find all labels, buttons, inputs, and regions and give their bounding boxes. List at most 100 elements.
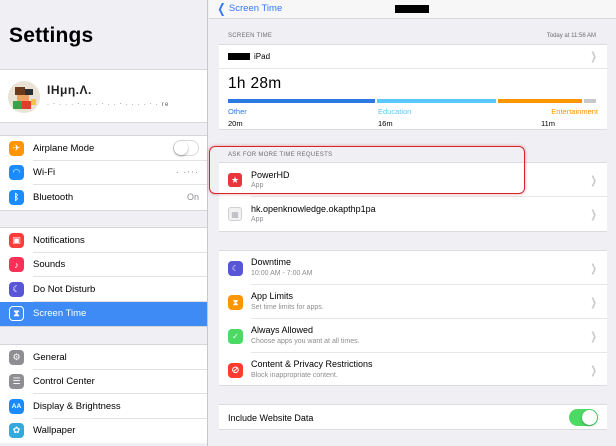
device-row[interactable]: iPad ❯	[219, 45, 607, 69]
category-entertainment-label: Entertainment	[551, 107, 598, 116]
navigation-bar: ❮ Screen Time	[209, 0, 616, 19]
placeholder-app-icon: ▦	[228, 207, 242, 221]
sidebar-item-label: Notifications	[33, 234, 85, 246]
sidebar-item-label: Airplane Mode	[33, 142, 95, 154]
chevron-left-icon: ❮	[217, 0, 226, 16]
sidebar-item-sounds[interactable]: ♪ Sounds	[0, 253, 207, 277]
usage-bar	[228, 99, 596, 103]
option-subtitle: Block inappropriate content.	[251, 372, 338, 379]
chevron-right-icon: ❯	[590, 209, 597, 221]
sidebar-item-label: Control Center	[33, 376, 95, 388]
wallpaper-icon: ✿	[9, 423, 24, 439]
airplane-mode-toggle[interactable]	[173, 140, 199, 157]
category-education-value: 16m	[378, 119, 393, 128]
option-downtime[interactable]: ☾ Downtime 10:00 AM - 7:00 AM ❯	[219, 251, 607, 285]
sidebar-item-label: Wallpaper	[33, 425, 76, 437]
sidebar-item-wifi[interactable]: ◠ Wi-Fi · ·‧‧·	[0, 161, 207, 185]
request-app-name: hk.openknowledge.okapthp1pa	[251, 204, 376, 214]
app-limits-icon: ⧗	[228, 295, 243, 310]
usage-card[interactable]: iPad ❯ 1h 28m Other 20m Education 16m En…	[219, 44, 607, 130]
include-website-data-label: Include Website Data	[228, 412, 314, 423]
gear-icon: ⚙	[9, 349, 24, 365]
options-card: ☾ Downtime 10:00 AM - 7:00 AM ❯ ⧗ App Li…	[219, 250, 607, 386]
hourglass-icon: ⧗	[9, 306, 24, 322]
general-group: ⚙ General ☰ Control Center AA Display & …	[0, 344, 207, 444]
request-app-type: App	[251, 216, 264, 223]
sidebar-item-airplane-mode[interactable]: ✈ Airplane Mode	[0, 136, 207, 161]
redacted-title	[395, 5, 429, 13]
sidebar-item-wallpaper[interactable]: ✿ Wallpaper	[0, 419, 207, 444]
usage-bar-education	[377, 99, 496, 103]
include-website-data-toggle[interactable]	[569, 409, 598, 426]
option-subtitle: Set time limits for apps.	[251, 304, 324, 311]
sidebar-item-bluetooth[interactable]: ᛒ Bluetooth On	[0, 185, 207, 210]
category-other-value: 20m	[228, 119, 243, 128]
chevron-right-icon: ❯	[590, 297, 597, 309]
back-label: Screen Time	[228, 3, 283, 14]
display-icon: AA	[9, 398, 24, 414]
sidebar-item-label: General	[33, 351, 67, 363]
sidebar-item-label: Wi-Fi	[33, 167, 56, 179]
chevron-right-icon: ❯	[590, 51, 597, 63]
screen-time-header: SCREEN TIME	[228, 33, 273, 39]
option-subtitle: 10:00 AM - 7:00 AM	[251, 270, 313, 277]
bluetooth-status: On	[186, 192, 199, 203]
option-subtitle: Choose apps you want at all times.	[251, 338, 360, 345]
wifi-icon: ◠	[9, 165, 24, 181]
request-item-okapthp1pa[interactable]: ▦ hk.openknowledge.okapthp1pa App ❯	[219, 197, 607, 231]
option-title: Content & Privacy Restrictions	[251, 359, 373, 369]
category-education-label: Education	[378, 107, 412, 116]
sidebar-item-do-not-disturb[interactable]: ☾ Do Not Disturb	[0, 277, 207, 302]
device-name: iPad	[254, 52, 271, 61]
connectivity-group: ✈ Airplane Mode ◠ Wi-Fi · ·‧‧· ᛒ Bluetoo…	[0, 135, 207, 211]
airplane-icon: ✈	[9, 140, 24, 156]
usage-bar-other	[228, 99, 376, 103]
screen-time-timestamp: Today at 11:56 AM	[546, 33, 596, 39]
restrictions-icon: ⊘	[228, 363, 243, 378]
downtime-icon: ☾	[228, 261, 243, 276]
option-title: Always Allowed	[251, 325, 314, 335]
option-always-allowed[interactable]: ✓ Always Allowed Choose apps you want at…	[219, 319, 607, 353]
sidebar-item-label: Screen Time	[33, 308, 87, 320]
screen-time-detail: ❮ Screen Time SCREEN TIME Today at 11:56…	[209, 0, 616, 446]
profile-subtitle: · ‧ · · · ‧ · · · ‧ · · ‧ · · · · ‧ · re	[47, 102, 170, 108]
sidebar-item-screen-time[interactable]: ⧗ Screen Time	[0, 301, 207, 326]
back-button[interactable]: ❮ Screen Time	[216, 0, 283, 16]
highlight-annotation	[209, 146, 525, 194]
option-title: App Limits	[251, 291, 294, 301]
usage-bar-entertainment	[497, 99, 583, 103]
option-content-privacy[interactable]: ⊘ Content & Privacy Restrictions Block i…	[219, 353, 607, 387]
control-center-icon: ☰	[9, 374, 24, 390]
sounds-icon: ♪	[9, 257, 24, 273]
chevron-right-icon: ❯	[590, 263, 597, 275]
sidebar-item-label: Display & Brightness	[33, 400, 121, 412]
category-other-label: Other	[228, 107, 247, 116]
notifications-group: ▣ Notifications ♪ Sounds ☾ Do Not Distur…	[0, 227, 207, 327]
notifications-icon: ▣	[9, 232, 24, 248]
sidebar-item-label: Bluetooth	[33, 191, 74, 203]
always-allowed-icon: ✓	[228, 329, 243, 344]
chevron-right-icon: ❯	[590, 175, 597, 187]
option-title: Downtime	[251, 257, 292, 267]
option-app-limits[interactable]: ⧗ App Limits Set time limits for apps. ❯	[219, 285, 607, 319]
category-entertainment-value: 11m	[541, 119, 556, 128]
chevron-right-icon: ❯	[590, 365, 597, 377]
website-data-card: Include Website Data	[219, 404, 607, 430]
settings-sidebar: Settings IHμη.Λ. · ‧ · · · ‧ · · · ‧ · ·…	[0, 0, 208, 446]
usage-bar-remaining	[584, 99, 596, 103]
apple-id-profile[interactable]: IHμη.Λ. · ‧ · · · ‧ · · · ‧ · · ‧ · · · …	[0, 69, 207, 123]
sidebar-item-notifications[interactable]: ▣ Notifications	[0, 228, 207, 253]
chevron-right-icon: ❯	[590, 331, 597, 343]
include-website-data-row: Include Website Data	[219, 405, 607, 430]
sidebar-item-label: Do Not Disturb	[33, 283, 96, 295]
wifi-network-name: · ·‧‧·	[175, 167, 199, 178]
sidebar-item-general[interactable]: ⚙ General	[0, 345, 207, 370]
moon-icon: ☾	[9, 281, 24, 297]
sidebar-title: Settings	[9, 24, 94, 47]
avatar	[8, 81, 40, 113]
bluetooth-icon: ᛒ	[9, 189, 24, 205]
profile-name: IHμη.Λ.	[47, 83, 92, 97]
sidebar-item-display-brightness[interactable]: AA Display & Brightness	[0, 394, 207, 419]
sidebar-item-control-center[interactable]: ☰ Control Center	[0, 370, 207, 394]
redacted-device-owner	[228, 53, 250, 60]
